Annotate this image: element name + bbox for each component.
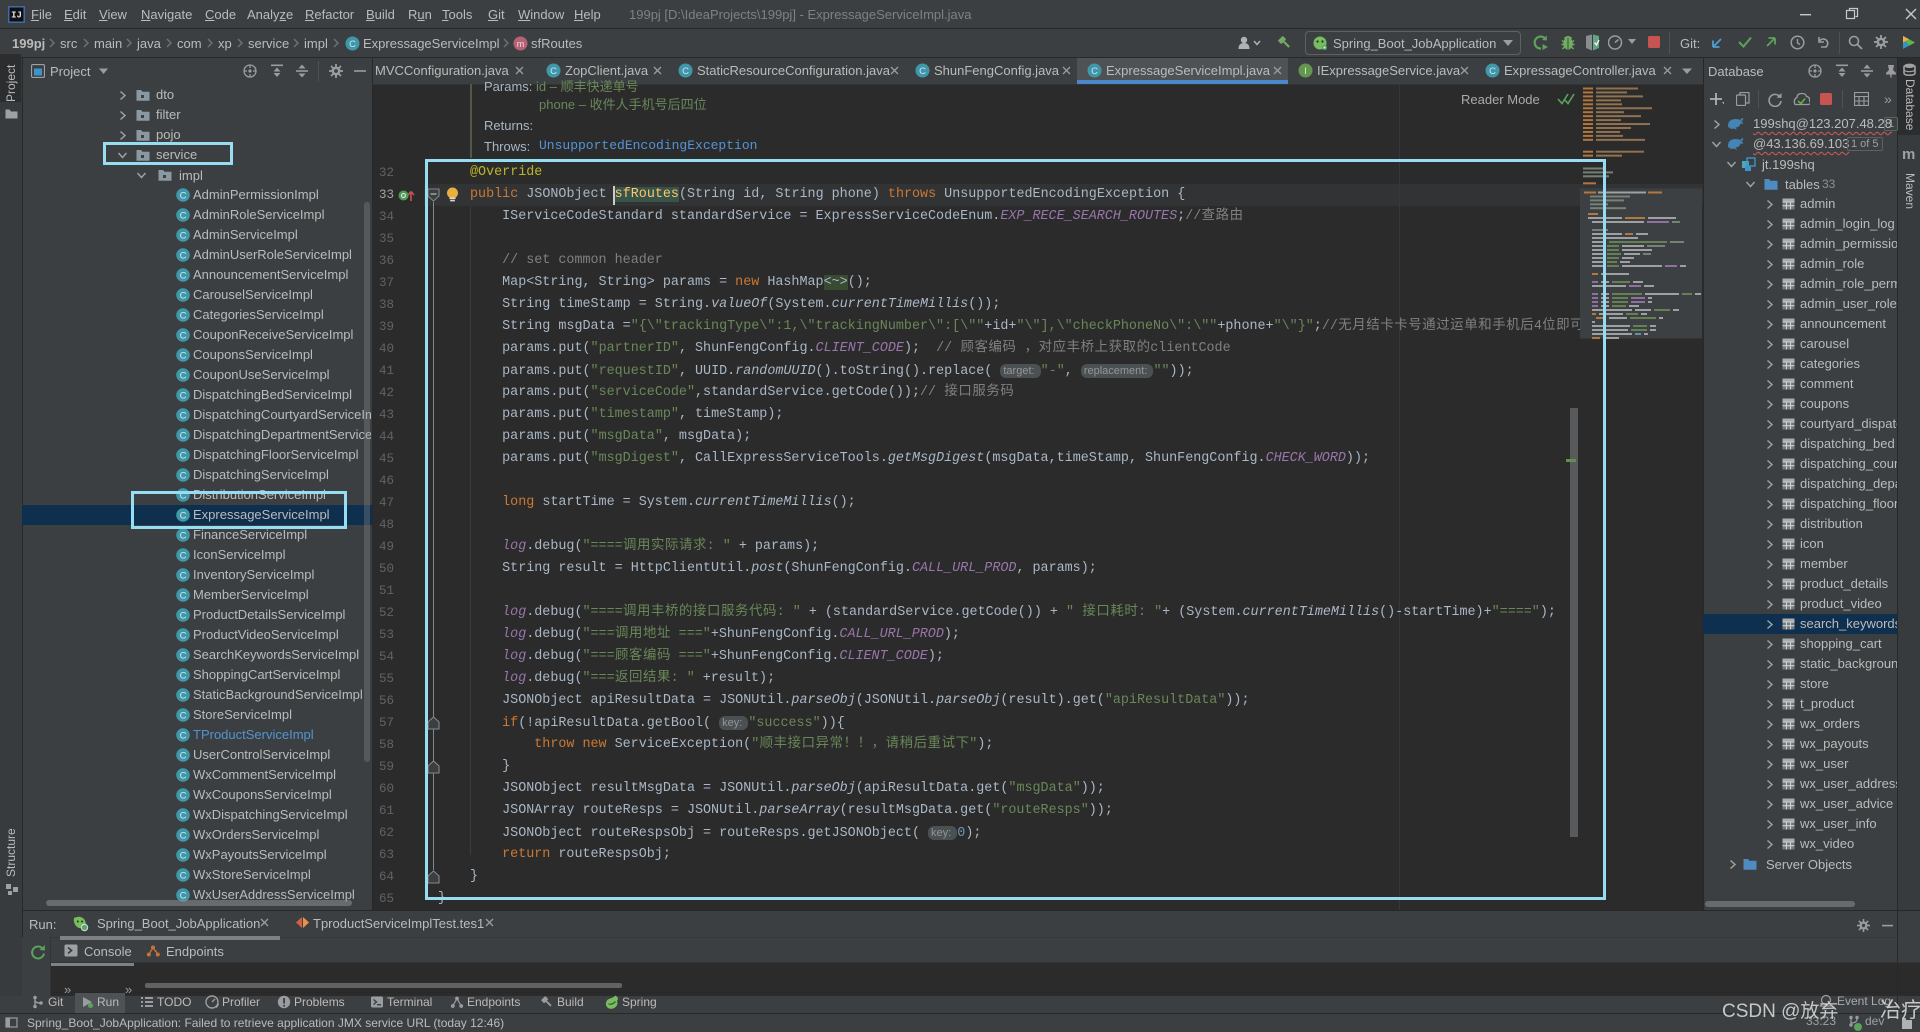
svg-text:C: C [550,66,557,77]
svg-text:C: C [180,771,187,782]
svg-text:C: C [180,671,187,682]
svg-text:C: C [180,871,187,882]
svg-text:C: C [180,211,187,222]
svg-text:C: C [180,251,187,262]
svg-text:C: C [180,371,187,382]
svg-text:C: C [682,66,689,77]
svg-text:C: C [180,531,187,542]
svg-text:C: C [1091,66,1098,77]
svg-text:C: C [180,551,187,562]
svg-text:C: C [180,431,187,442]
svg-text:C: C [180,751,187,762]
svg-text:C: C [180,451,187,462]
svg-text:C: C [180,391,187,402]
svg-text:C: C [919,66,926,77]
svg-text:I: I [1304,66,1307,77]
svg-text:C: C [180,831,187,842]
svg-text:C: C [180,711,187,722]
svg-text:C: C [180,791,187,802]
svg-text:C: C [349,39,356,50]
svg-text:C: C [180,651,187,662]
svg-text:C: C [180,691,187,702]
svg-text:C: C [180,351,187,362]
svg-text:C: C [180,811,187,822]
svg-text:C: C [180,311,187,322]
svg-text:m: m [517,39,525,49]
svg-text:C: C [180,191,187,202]
svg-text:C: C [180,331,187,342]
svg-text:C: C [1489,66,1496,77]
svg-text:C: C [180,411,187,422]
svg-text:C: C [180,471,187,482]
svg-text:C: C [180,231,187,242]
svg-text:C: C [180,591,187,602]
svg-text:C: C [180,851,187,862]
svg-text:C: C [180,571,187,582]
svg-text:C: C [180,271,187,282]
svg-text:C: C [180,731,187,742]
svg-text:IJ: IJ [11,11,22,21]
svg-text:C: C [180,291,187,302]
svg-text:C: C [180,611,187,622]
svg-text:C: C [180,631,187,642]
